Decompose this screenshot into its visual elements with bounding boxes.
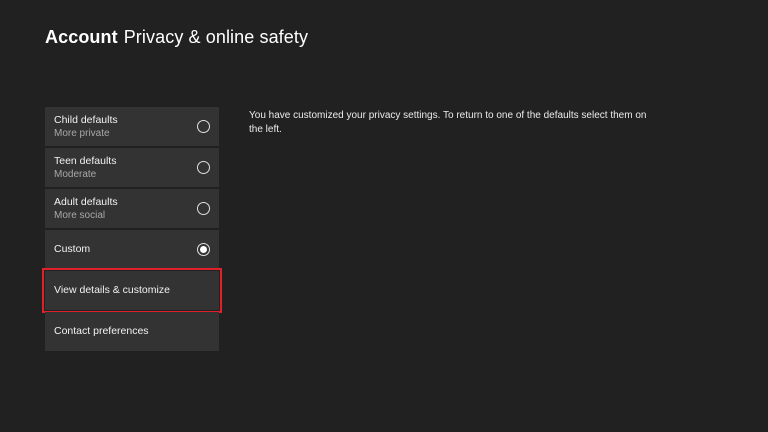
menu-item-sublabel: More social [54,209,106,221]
radio-button-selected-icon[interactable] [197,242,210,256]
page-title: Privacy & online safety [123,27,309,47]
privacy-description-text: You have customized your privacy setting… [249,110,647,135]
menu-item-label: Contact preferences [54,325,149,337]
privacy-settings-page: Account Privacy & online safety Child de… [0,0,768,432]
menu-item-contact-preferences[interactable]: Contact preferences [45,312,219,351]
menu-item-label: Child defaults [54,113,118,126]
radio-button-icon[interactable] [197,201,210,215]
menu-item-label: View details & customize [54,284,170,296]
menu-item-label: Teen defaults [54,154,117,167]
menu-item-adult-defaults[interactable]: Adult defaults More social [45,189,219,228]
menu-item-teen-defaults[interactable]: Teen defaults Moderate [45,148,219,187]
header-section: Account [45,27,118,47]
privacy-options-menu: Child defaults More private Teen default… [42,107,222,353]
menu-item-sublabel: More private [54,127,110,139]
menu-item-label: Custom [54,243,91,255]
menu-item-view-details-customize[interactable]: View details & customize [42,268,222,313]
menu-item-label: Adult defaults [54,195,118,208]
radio-button-icon[interactable] [197,160,210,174]
menu-item-child-defaults[interactable]: Child defaults More private [45,107,219,146]
radio-button-icon[interactable] [197,119,210,133]
menu-item-sublabel: Moderate [54,168,97,180]
menu-item-custom[interactable]: Custom [45,230,219,269]
page-header: Account Privacy & online safety [45,27,308,48]
